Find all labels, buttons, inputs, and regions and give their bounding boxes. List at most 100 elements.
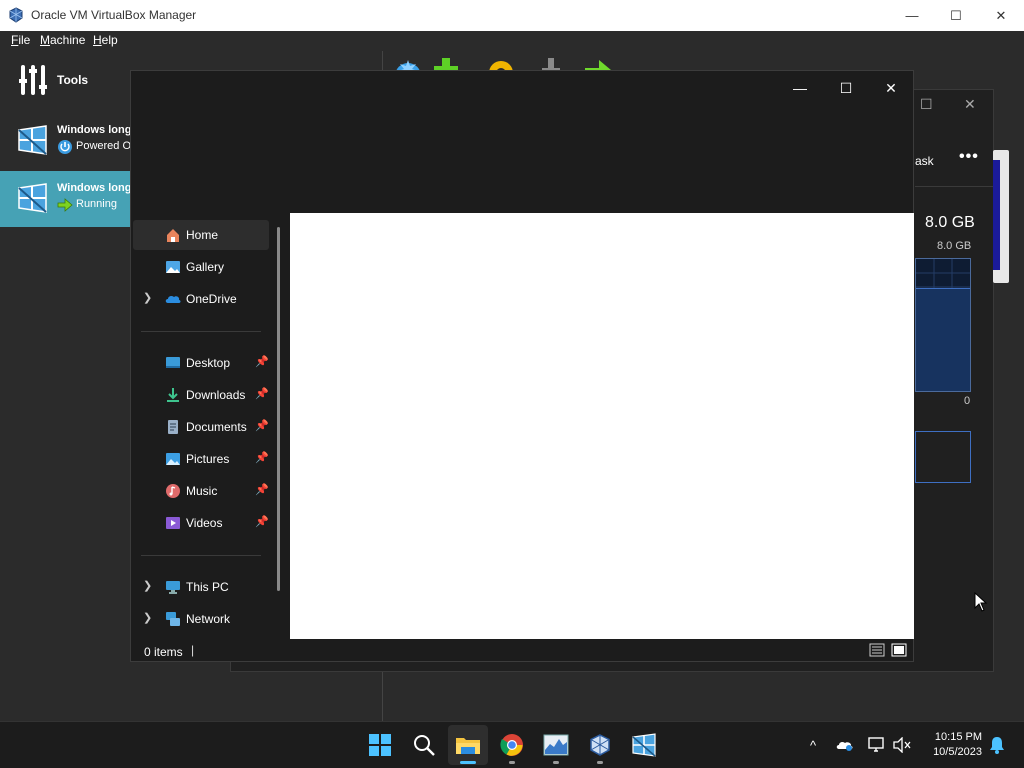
nav-item-downloads[interactable]: Downloads 📌: [133, 380, 269, 410]
nav-label: Documents: [186, 420, 247, 434]
notifications-bell-icon[interactable]: [986, 734, 1008, 756]
home-icon: [167, 229, 179, 242]
volume-muted-icon[interactable]: [891, 734, 913, 756]
taskbar-virtualbox[interactable]: [580, 725, 620, 765]
windows-vm-icon: [18, 125, 47, 155]
nav-item-home[interactable]: Home: [133, 220, 269, 250]
this-pc-icon: [166, 581, 180, 594]
gallery-icon: [166, 261, 180, 273]
nav-label: Desktop: [186, 356, 231, 370]
item-count: 0 items: [144, 645, 183, 659]
nav-label: This PC: [186, 580, 229, 594]
nav-label: Pictures: [186, 452, 230, 466]
virtualbox-icon: [590, 734, 610, 756]
pictures-icon: [166, 453, 180, 465]
chrome-icon: [500, 734, 523, 756]
pin-icon: 📌: [255, 356, 269, 368]
menu-help[interactable]: Help: [93, 33, 118, 47]
file-explorer-icon: [456, 738, 480, 754]
tools-label: Tools: [57, 73, 89, 87]
nav-label: OneDrive: [186, 292, 237, 306]
details-view-icon[interactable]: [869, 643, 885, 657]
nav-item-pictures[interactable]: Pictures 📌: [133, 444, 269, 474]
windows-vm-icon: [18, 183, 47, 213]
status-separator: |: [191, 643, 195, 657]
nav-item-gallery[interactable]: Gallery: [133, 252, 269, 282]
taskbar-vm-window[interactable]: [624, 725, 664, 765]
menu-file[interactable]: File: [11, 33, 30, 47]
explorer-close-button[interactable]: ✕: [868, 73, 914, 103]
nav-divider: [141, 555, 261, 556]
search-button[interactable]: [404, 725, 444, 765]
nav-item-music[interactable]: Music 📌: [133, 476, 269, 506]
file-list-pane[interactable]: [290, 213, 914, 639]
vbox-menu-bar: File Machine Help: [0, 31, 1024, 51]
nav-item-this-pc[interactable]: ❯ This PC: [133, 572, 269, 602]
nav-label: Downloads: [186, 388, 246, 402]
nav-label: Gallery: [186, 260, 225, 274]
documents-icon: [168, 420, 178, 434]
nav-item-onedrive[interactable]: ❯ OneDrive: [133, 284, 269, 314]
tm-memory-composition-box: [915, 431, 971, 483]
maximize-button[interactable]: ☐: [933, 0, 979, 31]
explorer-minimize-button[interactable]: —: [777, 73, 823, 103]
virtualbox-app-icon: [9, 7, 23, 23]
taskbar-task-manager[interactable]: [536, 725, 576, 765]
nav-scrollbar[interactable]: [277, 227, 280, 591]
explorer-maximize-button[interactable]: ☐: [823, 73, 869, 103]
system-clock[interactable]: 10:15 PM 10/5/2023: [922, 730, 982, 760]
close-button[interactable]: ✕: [978, 0, 1024, 31]
tm-memory-axis-min: 0: [964, 395, 971, 407]
chevron-right-icon[interactable]: ❯: [143, 579, 152, 592]
pin-icon: 📌: [255, 484, 269, 496]
status-bar: 0 items |: [131, 639, 913, 661]
mouse-cursor-icon: [974, 592, 988, 612]
menu-machine[interactable]: Machine: [40, 33, 85, 47]
onedrive-tray-icon[interactable]: [834, 734, 856, 756]
minimize-button[interactable]: —: [889, 0, 935, 31]
nav-item-documents[interactable]: Documents 📌: [133, 412, 269, 442]
nav-item-desktop[interactable]: Desktop 📌: [133, 348, 269, 378]
nav-item-videos[interactable]: Videos 📌: [133, 508, 269, 538]
tm-run-task-button[interactable]: ask: [915, 154, 934, 168]
tm-close-button[interactable]: ✕: [964, 96, 976, 113]
start-button[interactable]: [360, 725, 400, 765]
navigation-pane: Home Gallery ❯ OneDrive Desktop 📌 Downlo…: [131, 213, 290, 638]
taskbar-file-explorer[interactable]: [448, 725, 488, 765]
tm-more-options-icon[interactable]: •••: [959, 148, 979, 166]
tm-memory-total: 8.0 GB: [925, 214, 975, 231]
chevron-right-icon[interactable]: ❯: [143, 611, 152, 624]
vm-state: Running: [76, 198, 117, 210]
pin-icon: 📌: [255, 420, 269, 432]
nav-label: Network: [186, 612, 231, 626]
onedrive-cloud-icon: [165, 295, 181, 303]
vm-name: Windows long: [57, 124, 132, 136]
vm-state: Powered O: [76, 140, 132, 152]
search-icon: [414, 735, 435, 756]
network-tray-icon[interactable]: [866, 734, 888, 756]
taskbar: ^ 10:15 PM 10/5/2023: [0, 721, 1024, 768]
clock-time: 10:15 PM: [934, 731, 982, 743]
music-icon: [166, 484, 180, 498]
pin-icon: 📌: [255, 516, 269, 528]
vbox-window-title: Oracle VM VirtualBox Manager: [31, 8, 197, 22]
pin-icon: 📌: [255, 452, 269, 464]
tm-divider: [915, 186, 995, 187]
nav-label: Music: [186, 484, 218, 498]
background-window-edge: [993, 150, 1009, 283]
chevron-right-icon[interactable]: ❯: [143, 291, 152, 304]
show-hidden-icons-chevron-icon[interactable]: ^: [802, 734, 824, 756]
taskbar-chrome[interactable]: [492, 725, 532, 765]
file-explorer-window: — ☐ ✕ Home Gallery ❯ OneDrive Desktop 📌 …: [130, 70, 914, 662]
pin-icon: 📌: [255, 388, 269, 400]
large-icons-view-icon[interactable]: [891, 643, 907, 657]
tm-memory-graph: [915, 258, 971, 392]
downloads-icon: [167, 388, 179, 402]
powered-off-icon: [58, 140, 72, 154]
task-manager-icon: [543, 734, 569, 756]
nav-label: Home: [186, 228, 219, 242]
tm-maximize-button[interactable]: ☐: [920, 96, 933, 113]
desktop-icon: [166, 357, 180, 368]
nav-item-network[interactable]: ❯ Network: [133, 604, 269, 634]
start-icon: [369, 734, 391, 756]
